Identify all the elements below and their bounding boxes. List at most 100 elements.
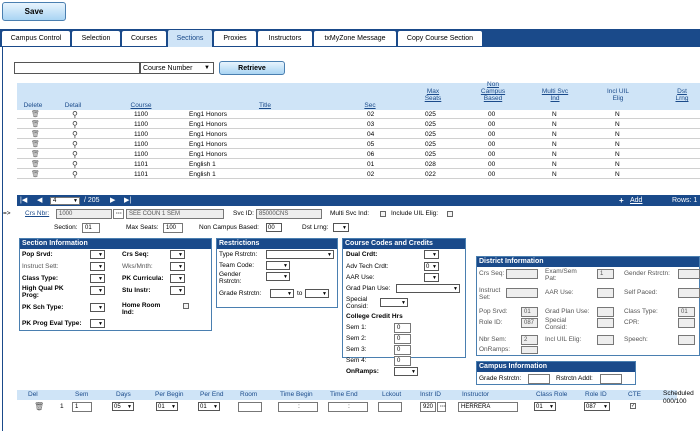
tab-instructors[interactable]: Instructors [258, 31, 312, 46]
mt-instr-id-field[interactable]: 920 [420, 402, 436, 412]
grade-rstrctn-campus-field[interactable] [528, 374, 550, 384]
onramps-select[interactable]: ▼ [394, 367, 418, 376]
col-course[interactable]: Course [126, 102, 156, 109]
stu-instr-select[interactable]: ▼ [170, 286, 185, 295]
table-row[interactable] [17, 140, 700, 149]
magnifier-icon[interactable]: ⚲ [72, 130, 78, 139]
mt-days-select[interactable]: 05 ▼ [112, 402, 134, 411]
adv-tech-select[interactable]: 0 ▼ [424, 262, 439, 271]
instruct-sett-select[interactable]: ▼ [90, 262, 105, 271]
sem2-field[interactable]: 0 [394, 334, 411, 344]
type-rstrctn-select[interactable]: ▼ [266, 250, 334, 259]
last-page-icon[interactable]: ▶| [124, 196, 131, 204]
mt-sem-field[interactable]: 1 [72, 402, 92, 412]
grad-plan-select[interactable]: ▼ [396, 284, 460, 293]
mt-cte-checkbox[interactable]: ✓ [630, 403, 636, 409]
first-page-icon[interactable]: |◀ [20, 196, 27, 204]
field-select[interactable]: Course Number ▼ [140, 62, 214, 74]
prev-page-icon[interactable]: ◀ [37, 196, 42, 204]
mt-per-end-select[interactable]: 01 ▼ [198, 402, 220, 411]
tab-courses[interactable]: Courses [122, 31, 166, 46]
magnifier-icon[interactable]: ⚲ [72, 150, 78, 159]
crs-nbr-field[interactable]: 1000 [56, 209, 112, 219]
delete-icon[interactable]: 🗑 [31, 130, 40, 138]
mt-class-role-select[interactable]: 01 ▼ [534, 402, 556, 411]
pk-sch-type-select[interactable]: ▼ [90, 303, 105, 312]
d-nbr-sem-label: Nbr Sem: [479, 336, 507, 343]
tab-selection[interactable]: Selection [72, 31, 120, 46]
wks-mnth-select[interactable]: ▼ [170, 262, 185, 271]
high-qual-select[interactable]: ▼ [90, 286, 105, 295]
table-row[interactable] [17, 170, 700, 179]
meeting-delete-icon[interactable]: 🗑 [34, 402, 44, 411]
magnifier-icon[interactable]: ⚲ [72, 110, 78, 119]
crs-seq-select[interactable]: ▼ [170, 250, 185, 259]
grade-from-select[interactable]: ▼ [270, 289, 294, 298]
multi-svc-checkbox[interactable] [380, 211, 386, 217]
class-type-select[interactable]: ▼ [90, 274, 105, 283]
magnifier-icon[interactable]: ⚲ [72, 170, 78, 179]
section-field[interactable]: 01 [82, 223, 100, 233]
mt-time-end-field[interactable]: : [328, 402, 368, 412]
pk-curricula-select[interactable]: ▼ [170, 274, 185, 283]
non-campus-value: 00 [268, 224, 275, 231]
sem3-field[interactable]: 0 [394, 345, 411, 355]
delete-icon[interactable]: 🗑 [31, 160, 40, 168]
delete-icon[interactable]: 🗑 [31, 140, 40, 148]
sem4-field[interactable]: 0 [394, 356, 411, 366]
retrieve-button[interactable]: Retrieve [219, 61, 285, 75]
dual-crdt-select[interactable]: ▼ [424, 250, 439, 259]
delete-icon[interactable]: 🗑 [31, 120, 40, 128]
page-select[interactable]: 4 ▼ [50, 197, 80, 205]
mt-instr-lookup-button[interactable]: ··· [437, 402, 446, 412]
magnifier-icon[interactable]: ⚲ [72, 140, 78, 149]
aar-use-select[interactable]: ▼ [424, 273, 439, 282]
col-sec[interactable]: Sec [360, 102, 380, 109]
delete-icon[interactable]: 🗑 [31, 170, 40, 178]
mt-per-begin-select[interactable]: 01 ▼ [156, 402, 178, 411]
dst-lrng-select[interactable]: ▼ [333, 223, 349, 232]
table-row[interactable] [17, 120, 700, 129]
sem1-field[interactable]: 0 [394, 323, 411, 333]
delete-icon[interactable]: 🗑 [31, 110, 40, 118]
crs-nbr-label[interactable]: Crs Nbr: [25, 210, 49, 217]
search-input[interactable] [14, 62, 140, 74]
tab-copy-course-section[interactable]: Copy Course Section [398, 31, 482, 46]
special-consid-select[interactable]: ▼ [380, 298, 408, 307]
table-row[interactable] [17, 110, 700, 119]
mt-role-id-select[interactable]: 087 ▼ [584, 402, 610, 411]
col-title[interactable]: Title [250, 102, 280, 109]
save-button[interactable]: Save [2, 2, 66, 21]
tab-txmyzone-message[interactable]: txMyZone Message [314, 31, 396, 46]
table-row[interactable] [17, 130, 700, 139]
mt-room-field[interactable] [238, 402, 262, 412]
col-dst-lrng[interactable]: Dst Lrng [668, 88, 696, 102]
magnifier-icon[interactable]: ⚲ [72, 160, 78, 169]
add-link[interactable]: Add [630, 197, 642, 204]
mt-time-begin-field[interactable]: : [278, 402, 318, 412]
tab-proxies[interactable]: Proxies [214, 31, 256, 46]
grade-to-select[interactable]: ▼ [305, 289, 329, 298]
col-multi-svc-ind[interactable]: Multi Svc Ind [536, 88, 574, 102]
table-row[interactable] [17, 150, 700, 159]
non-campus-select[interactable]: 00 [266, 223, 282, 232]
col-non-campus-based[interactable]: Non Campus Based [476, 81, 510, 102]
gender-rstrctn-select[interactable]: ▼ [266, 272, 290, 281]
table-row[interactable] [17, 160, 700, 169]
rstrctn-addl-field[interactable] [600, 374, 622, 384]
pop-srvd-select[interactable]: ▼ [90, 250, 105, 259]
team-code-select[interactable]: ▼ [266, 261, 290, 270]
tab-campus-control[interactable]: Campus Control [2, 31, 70, 46]
max-seats-field[interactable]: 100 [163, 223, 183, 233]
home-room-checkbox[interactable] [183, 303, 189, 309]
mt-lckout-field[interactable] [378, 402, 402, 412]
delete-icon[interactable]: 🗑 [31, 150, 40, 158]
col-max-seats[interactable]: Max Seats [418, 88, 448, 102]
magnifier-icon[interactable]: ⚲ [72, 120, 78, 129]
incl-uil-checkbox[interactable] [447, 211, 453, 217]
pk-prog-eval-select[interactable]: ▼ [90, 319, 105, 328]
crs-lookup-button[interactable]: ··· [113, 209, 124, 219]
add-icon[interactable]: + [619, 196, 624, 205]
tab-sections[interactable]: Sections [168, 30, 212, 47]
next-page-icon[interactable]: ▶ [110, 196, 115, 204]
